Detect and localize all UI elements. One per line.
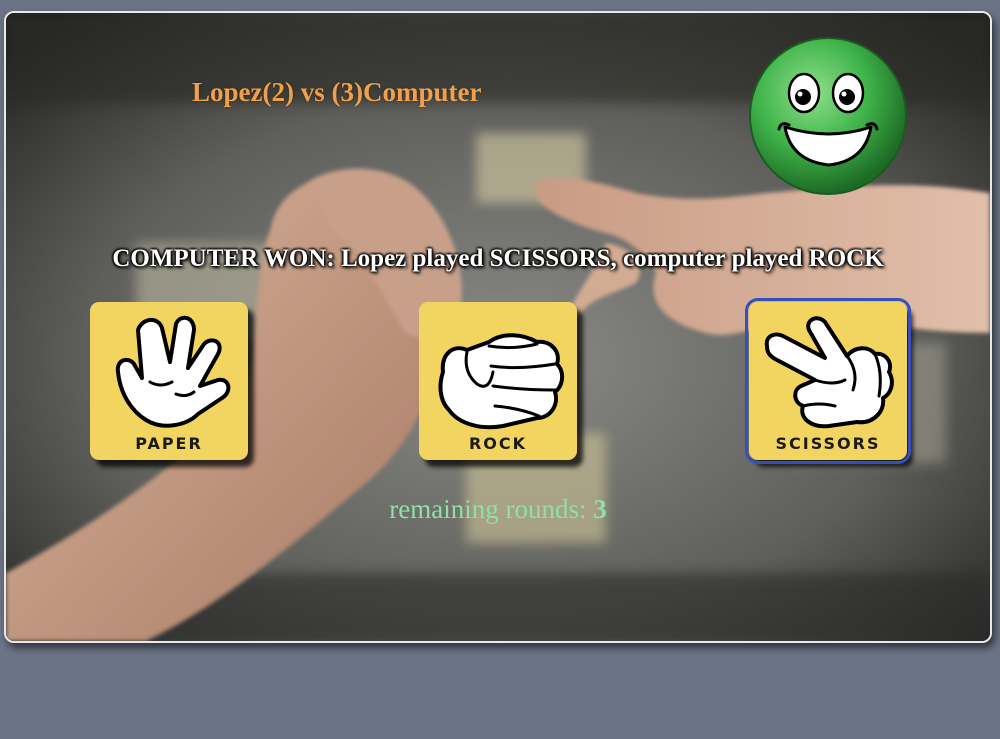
paper-label: PAPER [135, 434, 203, 453]
scissors-label: SCISSORS [775, 434, 881, 453]
game-board: Lopez(2) vs (3)Computer COMPUTER WON: Lo… [4, 11, 992, 643]
round-result-message: COMPUTER WON: Lopez played SCISSORS, com… [112, 245, 884, 272]
rock-button[interactable]: ROCK [419, 302, 577, 460]
scissors-button[interactable]: SCISSORS [745, 298, 911, 464]
rock-label: ROCK [468, 434, 528, 453]
remaining-rounds-count: 3 [593, 494, 607, 524]
paper-button[interactable]: PAPER [90, 302, 248, 460]
remaining-rounds-label: remaining rounds: [389, 494, 594, 524]
happy-smiley-icon [749, 37, 907, 195]
scoreboard: Lopez(2) vs (3)Computer [192, 77, 482, 107]
remaining-rounds: remaining rounds: 3 [6, 494, 990, 525]
